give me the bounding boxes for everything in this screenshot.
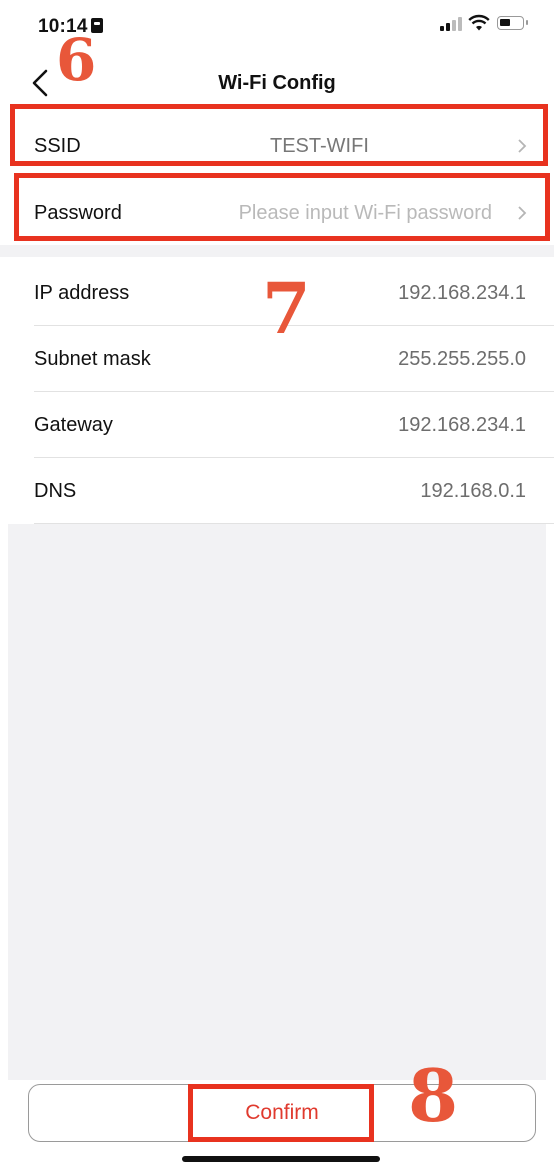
wifi-icon — [468, 14, 490, 31]
ip-address-label: IP address — [34, 282, 130, 304]
password-input[interactable]: Please input Wi-Fi password — [239, 180, 492, 246]
ssid-row[interactable]: SSID TEST-WIFI — [0, 113, 554, 179]
dns-row: DNS 192.168.0.1 — [0, 458, 554, 524]
chevron-right-icon — [518, 139, 527, 153]
ssid-value: TEST-WIFI — [270, 135, 369, 157]
ip-address-value: 192.168.234.1 — [398, 282, 526, 304]
password-row[interactable]: Password Please input Wi-Fi password — [0, 180, 554, 246]
cellular-signal-icon — [440, 17, 462, 31]
gateway-value: 192.168.234.1 — [398, 414, 526, 436]
dns-value: 192.168.0.1 — [420, 480, 526, 502]
gateway-label: Gateway — [34, 414, 113, 436]
password-label: Password — [34, 202, 122, 224]
step-7-annotation: 7 — [262, 267, 311, 350]
confirm-button[interactable]: Confirm — [28, 1084, 536, 1142]
subnet-mask-label: Subnet mask — [34, 348, 151, 370]
gateway-row: Gateway 192.168.234.1 — [0, 392, 554, 458]
step-8-annotation: 8 — [408, 1053, 459, 1138]
section-divider — [0, 245, 554, 257]
ssid-label: SSID — [34, 135, 81, 157]
empty-content-area — [8, 524, 546, 1080]
battery-icon — [497, 16, 528, 30]
dns-label: DNS — [34, 480, 77, 502]
chevron-right-icon — [518, 206, 527, 220]
home-indicator — [182, 1156, 380, 1162]
step-6-annotation: 6 — [56, 26, 97, 94]
subnet-mask-value: 255.255.255.0 — [398, 348, 526, 370]
